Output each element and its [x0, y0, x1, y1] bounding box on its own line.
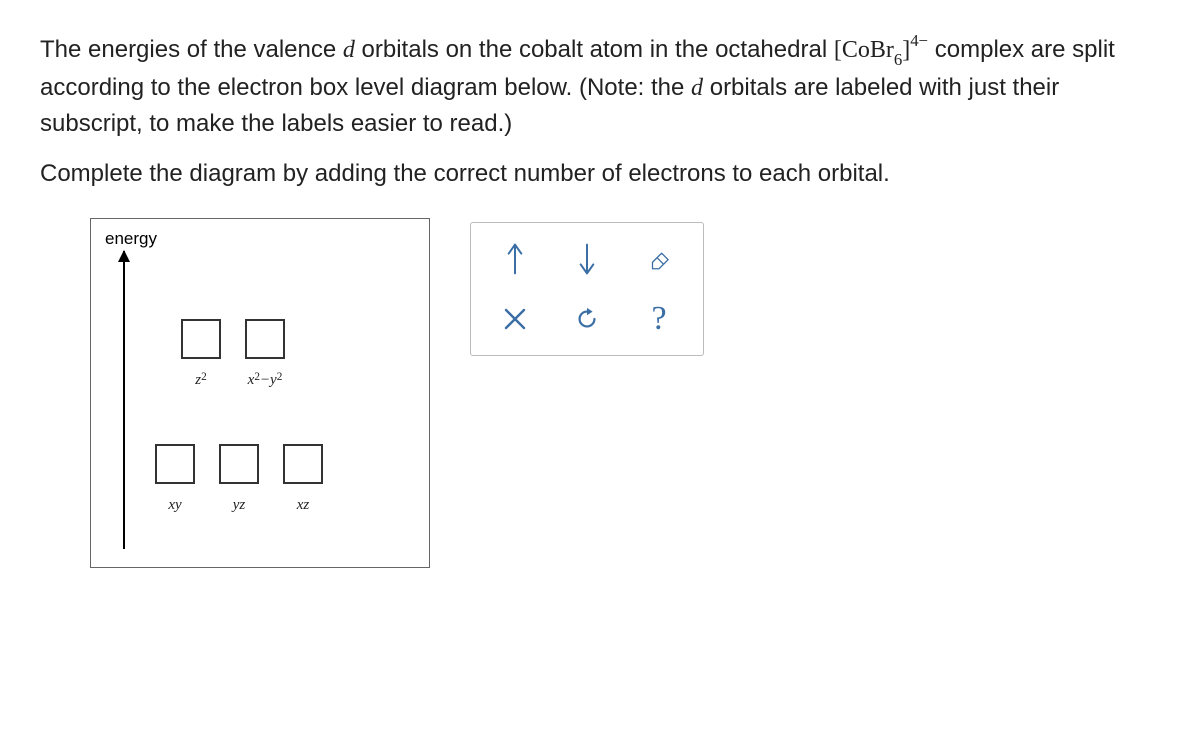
orbital-box-xy[interactable] — [155, 444, 195, 484]
complex-formula: [CoBr6]4− — [834, 30, 928, 70]
question-text: The energies of the valence d orbitals o… — [40, 30, 1160, 192]
help-button[interactable]: ? — [623, 289, 695, 349]
orbital-label-xz: xz — [297, 490, 310, 514]
orbital-box-xz[interactable] — [283, 444, 323, 484]
orbital-label-yz: yz — [233, 490, 246, 514]
energy-axis — [123, 251, 125, 549]
orbital-xz: xz — [283, 444, 323, 514]
down-arrow-icon — [572, 241, 602, 277]
help-icon: ? — [651, 300, 666, 338]
orbital-box-z2[interactable] — [181, 319, 221, 359]
orbital-box-x2y2[interactable] — [245, 319, 285, 359]
orbital-label-x2y2: x2−y2 — [248, 365, 283, 389]
q-part: orbitals on the cobalt atom in the octah… — [355, 36, 834, 63]
orbital-label-z2: z2 — [195, 365, 206, 389]
orbital-yz: yz — [219, 444, 259, 514]
spin-up-button[interactable] — [479, 229, 551, 289]
energy-diagram: energy z2 x2−y2 xy yz — [90, 218, 430, 568]
orbital-label-xy: xy — [168, 490, 181, 514]
orbital-x2y2: x2−y2 — [245, 319, 285, 389]
eg-orbitals: z2 x2−y2 — [181, 319, 285, 389]
tool-palette: ? — [470, 222, 704, 356]
q-part: The energies of the valence — [40, 36, 343, 63]
orbital-letter: d — [691, 75, 703, 101]
close-icon — [502, 306, 528, 332]
orbital-box-yz[interactable] — [219, 444, 259, 484]
energy-axis-label: energy — [105, 229, 157, 249]
up-arrow-icon — [500, 241, 530, 277]
orbital-xy: xy — [155, 444, 195, 514]
t2g-orbitals: xy yz xz — [155, 444, 323, 514]
clear-button[interactable] — [479, 289, 551, 349]
undo-icon — [574, 306, 600, 332]
eraser-button[interactable] — [623, 229, 695, 289]
spin-down-button[interactable] — [551, 229, 623, 289]
eraser-icon — [646, 246, 672, 272]
orbital-letter: d — [343, 37, 355, 63]
orbital-z2: z2 — [181, 319, 221, 389]
reset-button[interactable] — [551, 289, 623, 349]
instruction: Complete the diagram by adding the corre… — [40, 156, 1160, 192]
